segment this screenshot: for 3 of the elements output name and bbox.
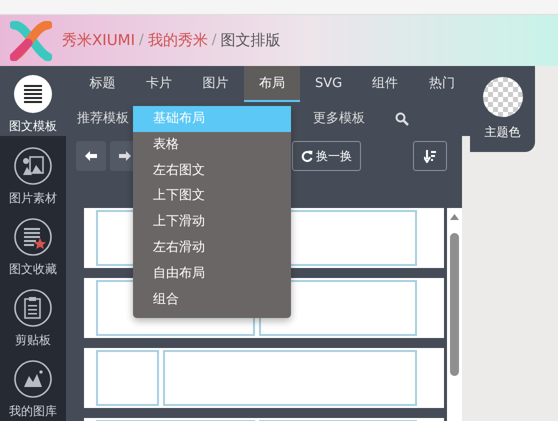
theme-color-label: 主题色	[484, 124, 520, 141]
breadcrumb-separator: /	[212, 31, 216, 50]
breadcrumb-separator: /	[139, 31, 144, 50]
